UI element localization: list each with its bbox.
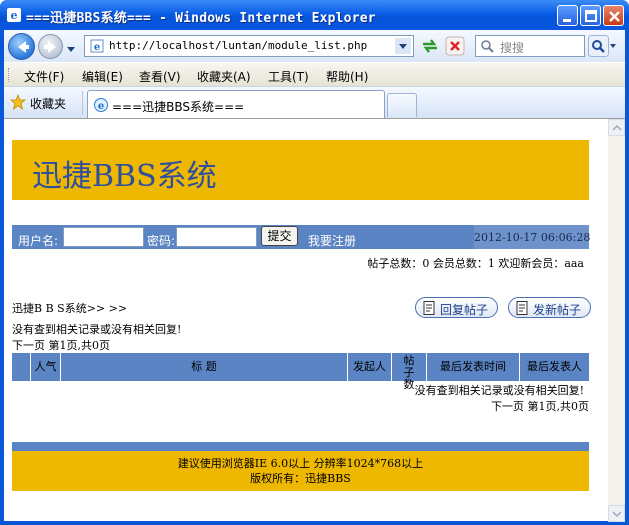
tab-bar: 收藏夹 e ===迅捷BBS系统=== [4,86,625,119]
svg-text:e: e [98,101,104,112]
menu-tools[interactable]: 工具(T) [268,68,309,85]
username-label: 用户名: [18,234,59,248]
col-icon [12,353,31,381]
window-title: ===迅捷BBS系统=== - Windows Internet Explore… [26,11,376,26]
footer-browser-note: 建议使用浏览器IE 6.0以上 分辨率1024*768以上 [177,457,424,470]
search-placeholder: 搜搜 [500,41,525,55]
address-url: http://localhost/luntan/module_list.php [109,39,368,52]
password-input[interactable] [176,227,257,247]
submit-button[interactable]: 提交 [261,226,298,246]
col-post-count: 帖子数 [392,353,427,391]
col-author: 发起人 [348,353,392,381]
topic-table-header: 人气 标 题 发起人 帖子数 最后发表时间 最后发表人 [12,353,589,391]
footer-copyright: 版权所有：迅捷BBS [250,472,351,485]
svg-text:e: e [11,9,18,22]
col-last-time: 最后发表时间 [427,353,520,381]
toolbar-grip [8,68,11,82]
tab-label: ===迅捷BBS系统=== [112,100,245,114]
ie-logo-icon: e [6,7,22,23]
page-favicon-icon: e [90,39,104,53]
scroll-up-icon[interactable] [608,119,625,136]
username-input[interactable] [63,227,144,247]
new-post-button[interactable]: 发新帖子 [508,297,591,318]
new-tab-button[interactable] [387,93,417,117]
site-title: 迅捷BBS系统 [32,159,217,194]
stop-icon[interactable] [445,36,465,56]
search-field[interactable]: 搜搜 [475,35,585,57]
menu-help[interactable]: 帮助(H) [326,68,368,85]
document-icon [514,300,530,316]
ie-page-icon: e [93,97,109,113]
menu-view[interactable]: 查看(V) [139,68,181,85]
col-popularity: 人气 [31,353,61,381]
address-toolbar: e http://localhost/luntan/module_list.ph… [4,30,625,62]
breadcrumb[interactable]: 迅捷B B S系统>> >> [12,300,127,316]
history-dropdown-icon[interactable] [66,43,76,52]
tab-bbs[interactable]: e ===迅捷BBS系统=== [87,90,385,119]
browser-window: e ===迅捷BBS系统=== - Windows Internet Explo… [0,0,629,525]
menu-favorites[interactable]: 收藏夹(A) [197,68,251,85]
forward-button[interactable] [38,34,63,59]
maximize-button[interactable] [580,5,601,26]
favorites-button[interactable]: 收藏夹 [30,95,66,112]
title-bar: e ===迅捷BBS系统=== - Windows Internet Explo… [0,0,629,30]
close-button[interactable] [603,5,624,26]
footer-divider [12,442,589,451]
col-title: 标 题 [61,353,348,381]
reply-post-button[interactable]: 回复帖子 [415,297,498,318]
address-field[interactable]: e http://localhost/luntan/module_list.ph… [84,35,414,57]
no-records-message: 没有查到相关记录或没有相关回复! [12,323,182,336]
pagination-top[interactable]: 下一页 第1页,共0页 [12,337,110,353]
site-banner: 迅捷BBS系统 [12,140,589,200]
current-datetime: 2012-10-17 06:06:28 [474,225,590,249]
col-last-author: 最后发表人 [527,360,582,373]
address-dropdown-icon[interactable] [395,38,411,54]
minimize-button[interactable] [557,5,578,26]
forum-stats: 帖子总数：0 会员总数：1 欢迎新会员：aaa [367,257,584,270]
browser-chrome: e http://localhost/luntan/module_list.ph… [4,30,625,119]
favorites-star-icon[interactable] [9,93,27,110]
scroll-down-icon[interactable] [608,505,625,522]
site-footer: 建议使用浏览器IE 6.0以上 分辨率1024*768以上 版权所有：迅捷BBS [12,451,589,491]
svg-text:e: e [94,42,100,53]
search-icon[interactable] [588,35,618,57]
password-label: 密码: [147,234,176,248]
back-button[interactable] [8,33,35,60]
reply-post-label: 回复帖子 [440,303,489,317]
new-post-label: 发新帖子 [533,303,582,317]
empty-table-message: 没有查到相关记录或没有相关回复! [414,384,584,397]
document-icon [421,300,437,316]
bbs-page: 迅捷BBS系统 用户名: 密码: 提交 我要注册 2012-10-17 06:0… [4,119,608,522]
vertical-scrollbar[interactable] [608,119,625,522]
login-bar: 用户名: 密码: 提交 我要注册 2012-10-17 06:06:28 [12,225,590,249]
page-viewport: 迅捷BBS系统 用户名: 密码: 提交 我要注册 2012-10-17 06:0… [4,118,625,522]
search-provider-icon [480,39,494,53]
menu-edit[interactable]: 编辑(E) [82,68,123,85]
toolbar-divider [82,91,83,115]
refresh-icon[interactable] [420,36,440,56]
pagination-bottom[interactable]: 下一页 第1页,共0页 [4,398,589,414]
register-link[interactable]: 我要注册 [308,232,356,249]
menu-bar: 文件(F) 编辑(E) 查看(V) 收藏夹(A) 工具(T) 帮助(H) [4,62,625,86]
menu-file[interactable]: 文件(F) [24,68,64,85]
